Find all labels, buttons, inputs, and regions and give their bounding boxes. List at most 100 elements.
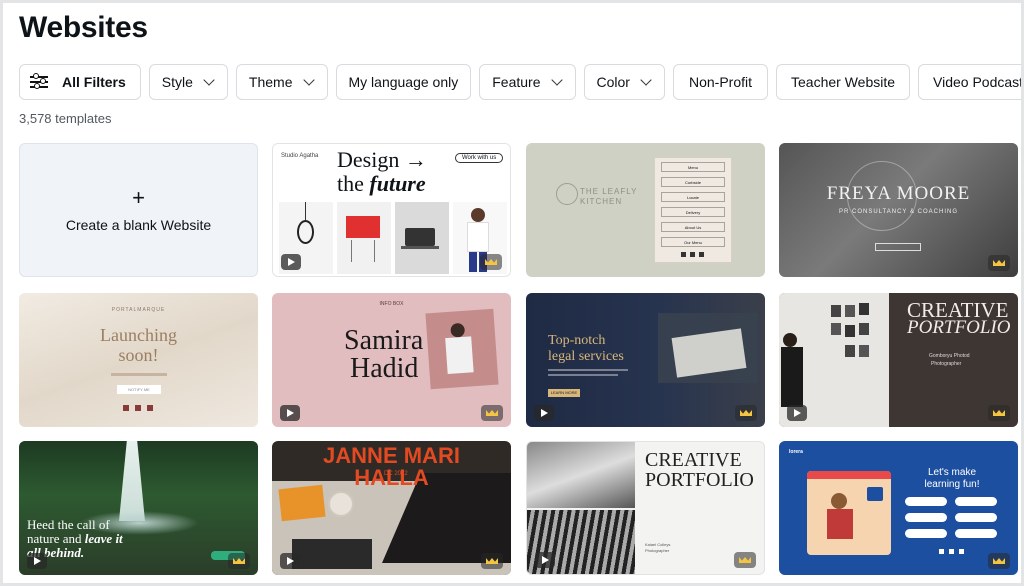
menu-item: About Us [661, 222, 725, 232]
template-design-the-future[interactable]: Studio Agatha Work with us Design → the … [272, 143, 511, 277]
teacher-website-filter[interactable]: Teacher Website [776, 64, 911, 100]
play-icon [27, 553, 47, 569]
template-headline-2: legal services [548, 349, 624, 364]
template-brand: lorera [789, 449, 803, 455]
template-subtitle: PR CONSULTANCY & COACHING [838, 209, 958, 215]
style-filter-label: Style [161, 74, 193, 90]
template-headline-2: the [337, 171, 370, 196]
template-headline-2-italic: future [369, 171, 426, 196]
menu-item: Delivery [661, 207, 725, 217]
template-button: LEARN MORE [548, 389, 580, 397]
menu-item: Menu [661, 162, 725, 172]
template-creative-portfolio-1[interactable]: CREATIVE PORTFOLIO Gomboryu Photod Photo… [779, 293, 1018, 427]
crown-icon [735, 405, 757, 421]
template-nav: INFO BOX [379, 301, 404, 307]
crown-icon [228, 553, 250, 569]
template-headline: Let's make [927, 467, 977, 478]
template-launching-soon[interactable]: PORTALMARQUE Launching soon! NOTIFY ME [19, 293, 258, 427]
template-samira-hadid[interactable]: INFO BOX Samira Hadid [272, 293, 511, 427]
play-icon [534, 405, 554, 421]
play-icon [280, 405, 300, 421]
chevron-down-icon [640, 74, 652, 86]
page-title: Websites [19, 11, 148, 44]
template-headline: JANNE MARI [323, 443, 460, 468]
crown-icon [734, 552, 756, 568]
filter-bar: All Filters Style Theme My language only… [19, 64, 1024, 100]
template-legal-services[interactable]: Top-notch legal services LEARN MORE [526, 293, 765, 427]
crown-icon [480, 254, 502, 270]
crown-icon [481, 405, 503, 421]
menu-item: Our Menu [661, 237, 725, 247]
color-filter[interactable]: Color [583, 64, 665, 100]
theme-filter-label: Theme [248, 74, 293, 90]
play-icon [281, 254, 301, 270]
template-headline-2: PORTFOLIO [645, 469, 754, 491]
template-brand: THE LEAFLY KITCHEN [580, 187, 638, 206]
template-headline-2: learning fun! [924, 479, 980, 490]
template-caption: Gomboryu Photod [929, 353, 970, 359]
plus-icon: + [132, 185, 145, 210]
theme-filter[interactable]: Theme [235, 64, 328, 100]
chevron-down-icon [550, 74, 563, 86]
template-headline: Design → [337, 147, 427, 172]
template-headline: Samira [344, 325, 424, 356]
template-headline-2: nature and [27, 531, 85, 546]
template-headline: CREATIVE [645, 449, 742, 471]
template-headline-2: Hadid [350, 353, 419, 384]
video-podcast-label: Video Podcast Webs [933, 74, 1024, 90]
template-waterfall-nature[interactable]: Heed the call of nature and leave it all… [19, 441, 258, 575]
template-caption: Photographer [645, 548, 670, 553]
template-button: NOTIFY ME [117, 385, 161, 394]
create-blank-label: Create a blank Website [65, 217, 212, 233]
websites-page: Websites All Filters Style Theme My lang… [0, 0, 1024, 586]
chevron-down-icon [203, 74, 215, 86]
feature-filter-label: Feature [492, 74, 541, 90]
template-headline: Top-notch [548, 333, 606, 348]
color-filter-label: Color [596, 74, 630, 90]
crown-icon [988, 255, 1010, 271]
template-brand: PORTALMARQUE [111, 307, 166, 313]
play-icon [787, 405, 807, 421]
template-learning-fun[interactable]: lorera Let's make learning fun! [779, 441, 1018, 575]
menu-item: Curbside [661, 177, 725, 187]
language-filter[interactable]: My language only [335, 64, 472, 100]
template-leafly-kitchen[interactable]: THE LEAFLY KITCHEN Menu Curbside Locate … [526, 143, 765, 277]
crown-icon [481, 553, 503, 569]
template-headline: Launching [100, 325, 177, 345]
feature-filter[interactable]: Feature [479, 64, 576, 100]
template-button: Work with us [455, 153, 504, 163]
play-icon [280, 553, 300, 569]
template-headline: FREYA MOORE [826, 183, 971, 204]
all-filters-label: All Filters [62, 74, 126, 90]
template-count: 3,578 templates [19, 111, 112, 126]
template-headline-2: soon! [118, 345, 159, 365]
template-caption: Kaiael Colleys [645, 542, 671, 547]
template-brand: Studio Agatha [281, 153, 319, 159]
teacher-website-label: Teacher Website [791, 74, 896, 90]
template-photo [527, 442, 635, 508]
non-profit-label: Non-Profit [688, 74, 752, 90]
create-blank-website-card[interactable]: + Create a blank Website [19, 143, 258, 277]
menu-item: Locate [661, 192, 725, 202]
template-date: DC 2022 [384, 471, 408, 477]
style-filter[interactable]: Style [148, 64, 228, 100]
sliders-icon [30, 73, 48, 90]
template-photo [425, 308, 499, 390]
all-filters-button[interactable]: All Filters [19, 64, 141, 100]
play-icon [535, 552, 555, 568]
template-image [395, 202, 449, 274]
template-menu-panel: Menu Curbside Locate Delivery About Us O… [654, 157, 732, 263]
template-creative-portfolio-2[interactable]: CREATIVE PORTFOLIO Kaiael Colleys Photog… [526, 441, 765, 575]
chevron-down-icon [302, 74, 315, 86]
template-photo [807, 471, 891, 555]
non-profit-filter[interactable]: Non-Profit [672, 64, 768, 100]
crown-icon [988, 553, 1010, 569]
template-image [337, 202, 391, 274]
template-freya-moore[interactable]: FREYA MOORE PR CONSULTANCY & COACHING [779, 143, 1018, 277]
template-caption: Photographer [931, 361, 962, 367]
template-headline-2: PORTFOLIO [907, 317, 1011, 338]
video-podcast-filter[interactable]: Video Podcast Webs [918, 64, 1024, 100]
template-headline-2-italic: leave it [84, 531, 123, 546]
template-janne-mari-halla[interactable]: JANNE MARI HALLA DC 2022 [272, 441, 511, 575]
crown-icon [988, 405, 1010, 421]
